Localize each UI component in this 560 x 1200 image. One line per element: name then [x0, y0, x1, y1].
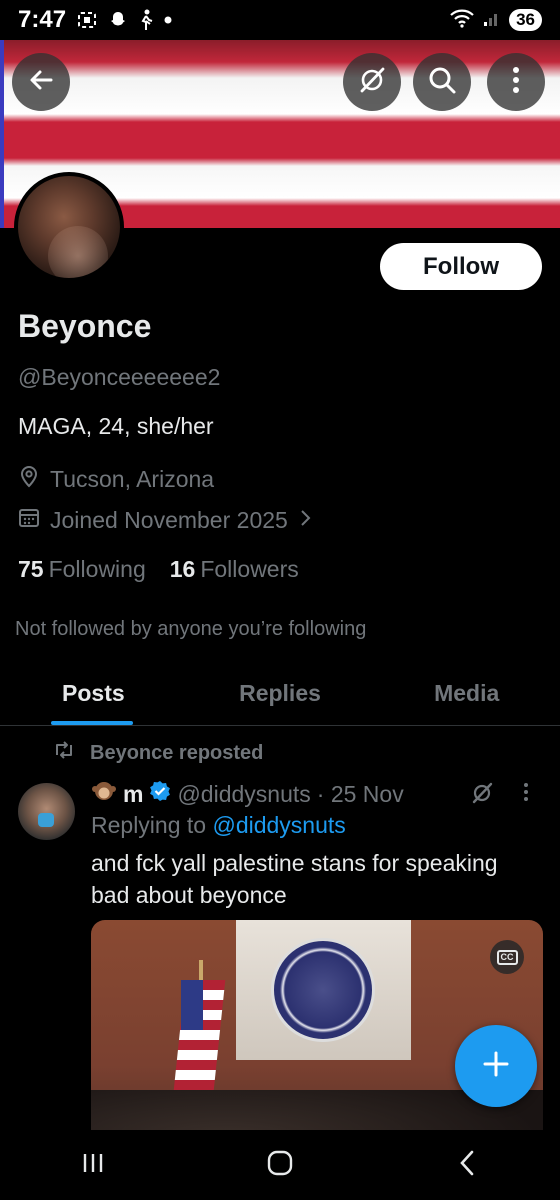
captions-icon: CC	[496, 949, 518, 965]
walking-icon	[138, 9, 154, 31]
followers-label: Followers	[200, 556, 299, 582]
monkey-emoji-icon	[91, 779, 117, 809]
profile-location: Tucson, Arizona	[18, 464, 214, 494]
post-author-handle[interactable]: @diddysnuts	[177, 781, 310, 808]
not-followed-notice: Not followed by anyone you’re following	[15, 618, 367, 640]
post-grok-button[interactable]	[469, 780, 495, 811]
tab-posts[interactable]: Posts	[0, 664, 187, 725]
wifi-icon	[449, 8, 475, 33]
location-text: Tucson, Arizona	[50, 465, 215, 492]
more-vertical-icon	[522, 783, 530, 808]
post-more-button[interactable]	[522, 780, 530, 809]
following-link[interactable]: 75 Following	[18, 556, 146, 583]
post-time: · 25 Nov	[316, 780, 404, 807]
captions-button[interactable]: CC	[490, 940, 524, 974]
tab-replies[interactable]: Replies	[187, 664, 374, 725]
recent-apps-button[interactable]	[53, 1151, 133, 1180]
display-name: Beyonce	[18, 308, 152, 344]
grok-button[interactable]	[343, 53, 401, 111]
location-pin-icon	[18, 464, 40, 494]
compose-button[interactable]	[455, 1025, 537, 1107]
active-tab-indicator	[51, 721, 133, 725]
signal-icon	[483, 9, 501, 32]
search-button[interactable]	[413, 53, 471, 111]
following-label: Following	[48, 556, 146, 582]
calendar-icon	[18, 506, 40, 534]
banner-flag-edge	[0, 40, 4, 228]
tab-label: Posts	[62, 680, 125, 706]
tab-label: Replies	[239, 680, 321, 706]
plus-icon	[481, 1049, 511, 1084]
status-time: 7:47	[18, 6, 67, 33]
follow-button[interactable]: Follow	[380, 243, 542, 290]
repost-icon	[52, 740, 76, 766]
home-icon	[266, 1149, 294, 1182]
video-flag-canton	[181, 980, 203, 1030]
battery-indicator: 36	[509, 9, 542, 31]
search-icon	[427, 65, 457, 100]
follow-stats: 75 Following 16 Followers	[18, 556, 299, 583]
post-author-avatar[interactable]	[18, 783, 75, 840]
verified-badge-icon	[149, 780, 171, 808]
followers-count: 16	[169, 556, 196, 582]
replying-to: Replying to @diddysnuts	[91, 812, 346, 839]
video-seal-emblem	[271, 938, 375, 1042]
followers-link[interactable]: 16 Followers	[170, 556, 299, 583]
chevron-right-icon	[298, 507, 312, 534]
profile-tabs: Posts Replies Media	[0, 664, 560, 726]
status-bar: 7:47 36	[0, 0, 560, 40]
recent-apps-icon	[80, 1151, 106, 1180]
tab-media[interactable]: Media	[373, 664, 560, 725]
system-back-button[interactable]	[427, 1149, 507, 1182]
post-author-name[interactable]: m	[123, 781, 143, 808]
back-button[interactable]	[12, 53, 70, 111]
arrow-left-icon	[26, 65, 56, 100]
profile-joined[interactable]: Joined November 2025	[18, 506, 312, 534]
snapchat-icon	[108, 10, 128, 30]
back-chevron-icon	[457, 1149, 477, 1182]
repost-indicator: Beyonce reposted	[52, 740, 263, 766]
following-count: 75	[18, 556, 44, 582]
grok-slash-icon	[356, 64, 388, 101]
tab-label: Media	[434, 680, 500, 706]
profile-bio: MAGA, 24, she/her	[18, 413, 214, 439]
grok-slash-icon	[469, 782, 495, 810]
replying-to-handle[interactable]: @diddysnuts	[212, 812, 345, 838]
more-vertical-icon	[511, 66, 521, 99]
system-nav-bar	[0, 1130, 560, 1200]
profile-avatar[interactable]	[14, 172, 124, 282]
home-button[interactable]	[240, 1149, 320, 1182]
more-options-button[interactable]	[487, 53, 545, 111]
dot-icon	[164, 16, 172, 24]
post-text: and fck yall palestine stans for speakin…	[91, 850, 498, 908]
joined-text: Joined November 2025	[50, 506, 288, 533]
replying-prefix: Replying to	[91, 812, 213, 838]
screenshot-icon	[76, 10, 98, 30]
profile-handle: @Beyonceeeeeee2	[18, 364, 221, 390]
repost-label[interactable]: Beyonce reposted	[90, 742, 263, 765]
